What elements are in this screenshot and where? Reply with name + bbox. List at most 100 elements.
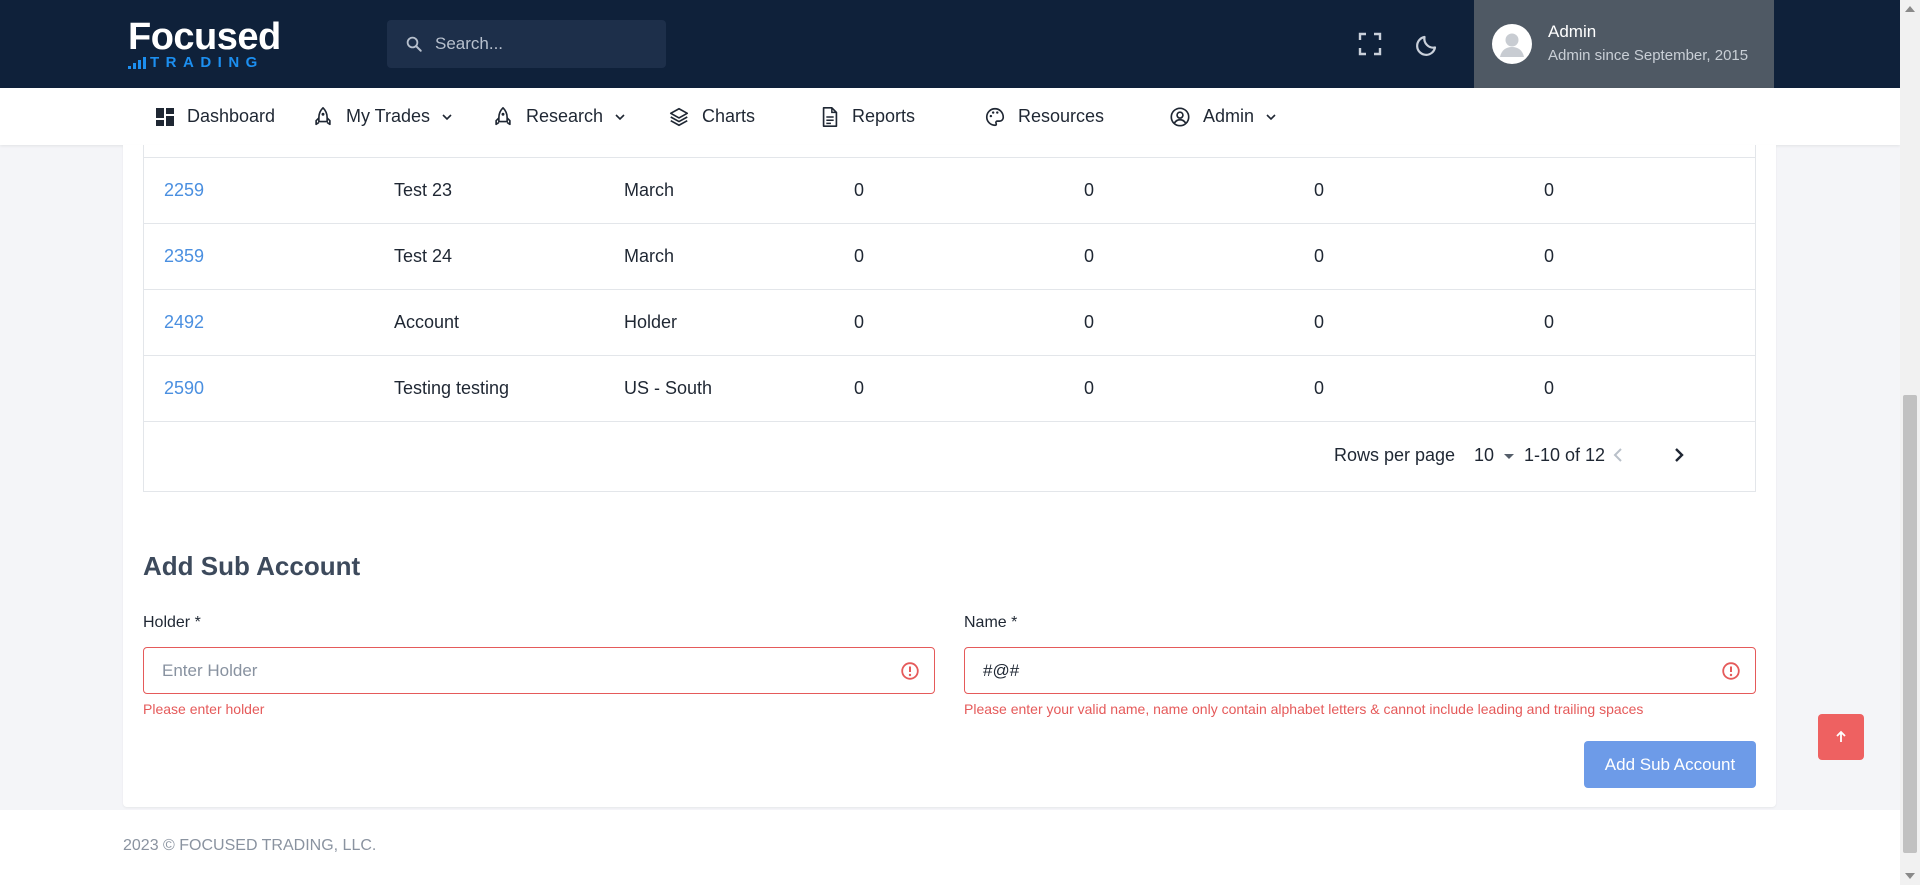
cell-value: 0: [1314, 180, 1325, 200]
scroll-up-arrow-icon[interactable]: [1905, 6, 1915, 12]
nav-label: My Trades: [346, 106, 431, 126]
chevron-down-icon: [615, 113, 625, 120]
page-scrollbar[interactable]: [1900, 0, 1920, 885]
search-input[interactable]: Search...: [387, 20, 666, 68]
account-id-link[interactable]: 2590: [164, 378, 204, 399]
name-value: #@#: [983, 661, 1020, 680]
cell-value: 0: [1084, 312, 1095, 332]
form-title: Add Sub Account: [143, 551, 361, 581]
holder-label: Holder *: [143, 614, 201, 631]
rows-per-page-select[interactable]: 10: [1474, 445, 1516, 466]
chevron-right-icon[interactable]: [1669, 445, 1689, 465]
rows-per-page-label: Rows per page: [1334, 445, 1456, 465]
cell-holder: March: [624, 180, 675, 200]
nav-item-my-trades[interactable]: My Trades: [312, 88, 454, 145]
cell-value: 0: [854, 312, 865, 332]
cell-holder: March: [624, 246, 675, 266]
nav-item-dashboard[interactable]: Dashboard: [155, 88, 275, 145]
pagination-range: 1-10 of 12: [1524, 445, 1606, 465]
cell-name: Account: [394, 312, 460, 332]
logo-subtitle: TRADING: [150, 54, 264, 71]
user-silhouette-icon: [1500, 33, 1524, 57]
cell-value: 0: [1314, 378, 1325, 398]
moon-icon[interactable]: [1414, 30, 1442, 58]
holder-placeholder: Enter Holder: [162, 661, 258, 680]
cell-value: 0: [1084, 378, 1095, 398]
cell-value: 0: [1314, 312, 1325, 332]
layers-icon: [669, 107, 689, 126]
table-row: 2590 Testing testing US - South 0 0 0 0: [144, 355, 1755, 421]
table-row: 2359 Test 24 March 0 0 0 0: [144, 223, 1755, 289]
holder-error: Please enter holder: [143, 701, 265, 717]
user-menu[interactable]: Admin Admin since September, 2015: [1474, 0, 1774, 88]
chevron-down-icon: [1266, 113, 1276, 120]
copyright-text: 2023 © FOCUSED TRADING, LLC.: [123, 837, 377, 854]
name-field[interactable]: #@#: [964, 647, 1756, 694]
nav-label: Dashboard: [187, 106, 276, 126]
nav-item-resources[interactable]: Resources: [984, 88, 1104, 145]
footer: 2023 © FOCUSED TRADING, LLC.: [0, 810, 1900, 885]
account-id-link[interactable]: 2259: [164, 180, 204, 201]
rocket-icon: [315, 106, 331, 125]
account-id-link[interactable]: 2492: [164, 312, 204, 333]
nav-item-research[interactable]: Research: [492, 88, 627, 145]
document-icon: [822, 106, 838, 127]
nav-label: Admin: [1203, 106, 1255, 126]
avatar: [1492, 24, 1532, 64]
nav-label: Resources: [1018, 106, 1105, 126]
cell-value: 0: [1544, 180, 1555, 200]
scroll-to-top-button[interactable]: [1818, 714, 1864, 760]
name-label: Name *: [964, 614, 1018, 631]
logo-bars-icon: [128, 56, 146, 69]
logo-wordmark: Focused: [128, 16, 281, 58]
cell-holder: US - South: [624, 378, 713, 398]
fullscreen-icon[interactable]: [1356, 30, 1384, 58]
nav-item-reports[interactable]: Reports: [820, 88, 915, 145]
rows-per-page-value: 10: [1474, 445, 1495, 465]
nav-item-admin[interactable]: Admin: [1169, 88, 1278, 145]
scrollbar-thumb[interactable]: [1903, 395, 1917, 853]
add-sub-account-button[interactable]: Add Sub Account: [1584, 741, 1756, 788]
account-id-link[interactable]: 2359: [164, 246, 204, 267]
palette-icon: [986, 107, 1005, 126]
sub-accounts-card: 2259 Test 23 March 0 0 0 0 2359 Test 24 …: [123, 145, 1776, 807]
cell-name: Test 24: [394, 246, 453, 266]
cell-value: 0: [854, 246, 865, 266]
caret-down-icon: [1504, 453, 1515, 459]
focused-trading-logo[interactable]: Focused TRADING: [128, 18, 293, 72]
chevron-down-icon: [442, 113, 452, 120]
sub-accounts-table: 2259 Test 23 March 0 0 0 0 2359 Test 24 …: [143, 145, 1756, 492]
search-placeholder: Search...: [435, 34, 504, 53]
rocket-icon: [495, 106, 511, 125]
cell-name: Testing testing: [394, 378, 510, 398]
cell-value: 0: [1544, 312, 1555, 332]
name-error: Please enter your valid name, name only …: [964, 701, 1644, 717]
search-icon: [406, 36, 422, 52]
cell-holder: Holder: [624, 312, 678, 332]
cell-value: 0: [1544, 378, 1555, 398]
scroll-down-arrow-icon[interactable]: [1905, 873, 1915, 879]
cell-value: 0: [1314, 246, 1325, 266]
error-icon: [1722, 662, 1740, 680]
cell-value: 0: [854, 378, 865, 398]
nav-label: Reports: [852, 106, 916, 126]
error-icon: [901, 662, 919, 680]
user-circle-icon: [1170, 106, 1190, 127]
cell-name: Test 23: [394, 180, 453, 200]
holder-field[interactable]: Enter Holder: [143, 647, 935, 694]
cell-value: 0: [1544, 246, 1555, 266]
user-name: Admin: [1548, 22, 1597, 41]
cell-value: 0: [1084, 180, 1095, 200]
cell-value: 0: [1084, 246, 1095, 266]
chevron-left-icon[interactable]: [1608, 445, 1628, 465]
table-pagination: Rows per page 10 1-10 of 12: [144, 421, 1755, 491]
nav-item-charts[interactable]: Charts: [668, 88, 755, 145]
table-row: 2492 Account Holder 0 0 0 0: [144, 289, 1755, 355]
user-subtitle: Admin since September, 2015: [1548, 47, 1749, 64]
arrow-up-icon: [1836, 730, 1846, 742]
dashboard-icon: [156, 107, 174, 126]
top-header: Focused TRADING Search... Admin Admin si…: [0, 0, 1900, 88]
cell-value: 0: [854, 180, 865, 200]
nav-label: Research: [526, 106, 604, 126]
table-row: 2259 Test 23 March 0 0 0 0: [144, 157, 1755, 223]
